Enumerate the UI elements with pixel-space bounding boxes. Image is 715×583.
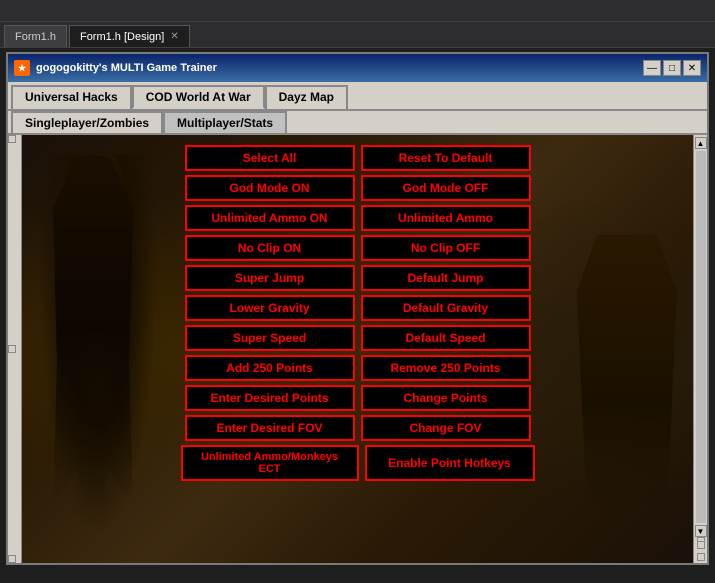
resize-handle-mr[interactable] <box>697 541 705 549</box>
lower-gravity-button[interactable]: Lower Gravity <box>185 295 355 321</box>
app-window: ★ gogogokitty's MULTI Game Trainer — □ ✕… <box>6 52 709 565</box>
btn-row-3: Unlimited Ammo ON Unlimited Ammo <box>178 205 538 231</box>
default-speed-button[interactable]: Default Speed <box>361 325 531 351</box>
tab-dayz-map[interactable]: Dayz Map <box>265 85 348 109</box>
unlimited-ammo-on-button[interactable]: Unlimited Ammo ON <box>185 205 355 231</box>
vs-tab-form1h-design[interactable]: Form1.h [Design] ✕ <box>69 25 190 47</box>
enter-desired-fov-button[interactable]: Enter Desired FOV <box>185 415 355 441</box>
close-button[interactable]: ✕ <box>683 60 701 76</box>
sub-tabs: Singleplayer/Zombies Multiplayer/Stats <box>8 109 707 133</box>
app-icon: ★ <box>14 60 30 76</box>
scroll-track[interactable] <box>696 151 706 523</box>
resize-handle-ml[interactable] <box>8 345 16 353</box>
default-gravity-button[interactable]: Default Gravity <box>361 295 531 321</box>
tab-cod-world-at-war[interactable]: COD World At War <box>132 85 265 109</box>
soldier-right-decoration <box>577 235 677 515</box>
btn-row-5: Super Jump Default Jump <box>178 265 538 291</box>
scroll-up-button[interactable]: ▲ <box>695 137 707 149</box>
change-fov-button[interactable]: Change FOV <box>361 415 531 441</box>
unlimited-ammo-monkeys-button[interactable]: Unlimited Ammo/Monkeys ECT <box>181 445 359 481</box>
btn-row-8: Add 250 Points Remove 250 Points <box>178 355 538 381</box>
vs-tab-close-icon[interactable]: ✕ <box>170 31 178 42</box>
vs-tab-form1h[interactable]: Form1.h <box>4 25 67 47</box>
tab-universal-hacks[interactable]: Universal Hacks <box>11 85 132 109</box>
vs-tabbar: Form1.h Form1.h [Design] ✕ <box>0 22 715 48</box>
no-clip-on-button[interactable]: No Clip ON <box>185 235 355 261</box>
btn-row-9: Enter Desired Points Change Points <box>178 385 538 411</box>
left-border <box>8 135 22 563</box>
content-area: ▲ ▼ Select All Reset To Default God Mode… <box>8 133 707 563</box>
maximize-button[interactable]: □ <box>663 60 681 76</box>
btn-row-1: Select All Reset To Default <box>178 145 538 171</box>
god-mode-on-button[interactable]: God Mode ON <box>185 175 355 201</box>
tab-multiplayer-stats[interactable]: Multiplayer/Stats <box>163 111 287 133</box>
no-clip-off-button[interactable]: No Clip OFF <box>361 235 531 261</box>
scroll-down-button[interactable]: ▼ <box>695 525 707 537</box>
enable-point-hotkeys-button[interactable]: Enable Point Hotkeys <box>365 445 535 481</box>
change-points-button[interactable]: Change Points <box>361 385 531 411</box>
btn-row-10: Enter Desired FOV Change FOV <box>178 415 538 441</box>
btn-row-11: Unlimited Ammo/Monkeys ECT Enable Point … <box>178 445 538 481</box>
select-all-button[interactable]: Select All <box>185 145 355 171</box>
remove-250-points-button[interactable]: Remove 250 Points <box>361 355 531 381</box>
resize-handle-br[interactable] <box>697 553 705 561</box>
super-jump-button[interactable]: Super Jump <box>185 265 355 291</box>
super-speed-button[interactable]: Super Speed <box>185 325 355 351</box>
resize-handle-bl[interactable] <box>8 555 16 563</box>
vs-titlebar <box>0 0 715 22</box>
resize-handle-tl[interactable] <box>8 135 16 143</box>
add-250-points-button[interactable]: Add 250 Points <box>185 355 355 381</box>
menu-tabs: Universal Hacks COD World At War Dayz Ma… <box>8 82 707 109</box>
buttons-container: Select All Reset To Default God Mode ON … <box>178 145 538 481</box>
tab-singleplayer-zombies[interactable]: Singleplayer/Zombies <box>11 111 163 133</box>
scrollbar-right: ▲ ▼ <box>693 135 707 563</box>
titlebar-controls: — □ ✕ <box>643 60 701 76</box>
btn-row-6: Lower Gravity Default Gravity <box>178 295 538 321</box>
app-title: gogogokitty's MULTI Game Trainer <box>36 62 217 74</box>
app-title-left: ★ gogogokitty's MULTI Game Trainer <box>14 60 217 76</box>
reset-default-button[interactable]: Reset To Default <box>361 145 531 171</box>
soldier-left-decoration <box>38 155 158 535</box>
btn-row-4: No Clip ON No Clip OFF <box>178 235 538 261</box>
enter-desired-points-button[interactable]: Enter Desired Points <box>185 385 355 411</box>
god-mode-off-button[interactable]: God Mode OFF <box>361 175 531 201</box>
unlimited-ammo-button[interactable]: Unlimited Ammo <box>361 205 531 231</box>
btn-row-7: Super Speed Default Speed <box>178 325 538 351</box>
btn-row-2: God Mode ON God Mode OFF <box>178 175 538 201</box>
minimize-button[interactable]: — <box>643 60 661 76</box>
default-jump-button[interactable]: Default Jump <box>361 265 531 291</box>
app-titlebar: ★ gogogokitty's MULTI Game Trainer — □ ✕ <box>8 54 707 82</box>
